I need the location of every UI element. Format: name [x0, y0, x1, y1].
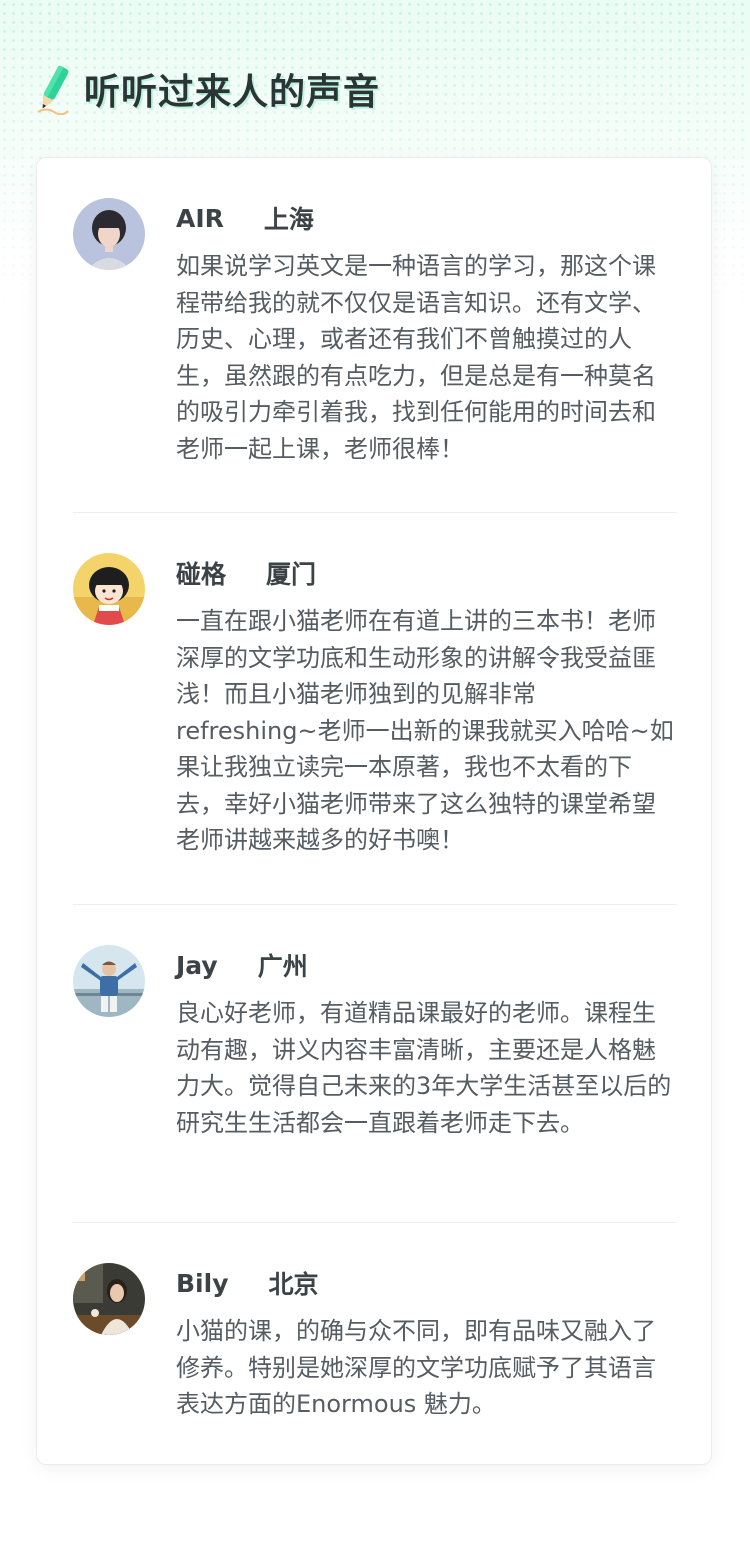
review-item: Jay 广州 良心好老师，有道精品课最好的老师。课程生动有趣，讲义内容丰富清晰，…	[73, 945, 677, 1195]
avatar	[73, 198, 145, 270]
section-header: 听听过来人的声音	[36, 62, 380, 116]
reviewer-info: Bily 北京	[176, 1263, 319, 1303]
reviewer-city: 广州	[257, 952, 308, 981]
reviewer-info: Jay 广州	[176, 945, 308, 985]
reviewer-info: 碰格 厦门	[176, 553, 316, 593]
review-text: 如果说学习英文是一种语言的学习，那这个课程带给我的就不仅仅是语言知识。还有文学、…	[176, 252, 656, 463]
review-text: 良心好老师，有道精品课最好的老师。课程生动有趣，讲义内容丰富清晰，主要还是人格魅…	[176, 999, 672, 1137]
divider	[73, 904, 677, 905]
avatar	[73, 553, 145, 625]
divider	[73, 1222, 677, 1223]
review-item: Bily 北京 小猫的课，的确与众不同，即有品味又融入了修养。特别是她深厚的文学…	[73, 1263, 677, 1443]
page-title: 听听过来人的声音	[84, 72, 381, 113]
avatar	[73, 945, 145, 1017]
review-text: 一直在跟小猫老师在有道上讲的三本书！老师深厚的文学功底和生动形象的讲解令我受益匪…	[176, 607, 674, 854]
review-text: 小猫的课，的确与众不同，即有品味又融入了修养。特别是她深厚的文学功底赋予了其语言…	[176, 1317, 656, 1418]
reviewer-name: AIR	[176, 203, 224, 233]
review-item: 碰格 厦门 一直在跟小猫老师在有道上讲的三本书！老师深厚的文学功底和生动形象的讲…	[73, 553, 677, 873]
testimonials-card: AIR 上海 如果说学习英文是一种语言的学习，那这个课程带给我的就不仅仅是语言知…	[36, 157, 712, 1465]
avatar	[73, 1263, 145, 1335]
review-item: AIR 上海 如果说学习英文是一种语言的学习，那这个课程带给我的就不仅仅是语言知…	[73, 198, 677, 488]
reviewer-info: AIR 上海	[176, 198, 314, 238]
reviewer-city: 上海	[263, 205, 314, 234]
reviewer-name: 碰格	[176, 560, 227, 589]
pencil-icon	[37, 65, 69, 115]
reviewer-city: 北京	[268, 1270, 319, 1299]
reviewer-city: 厦门	[266, 560, 317, 589]
reviewer-name: Bily	[176, 1268, 229, 1298]
reviewer-name: Jay	[176, 950, 218, 980]
divider	[73, 512, 677, 513]
